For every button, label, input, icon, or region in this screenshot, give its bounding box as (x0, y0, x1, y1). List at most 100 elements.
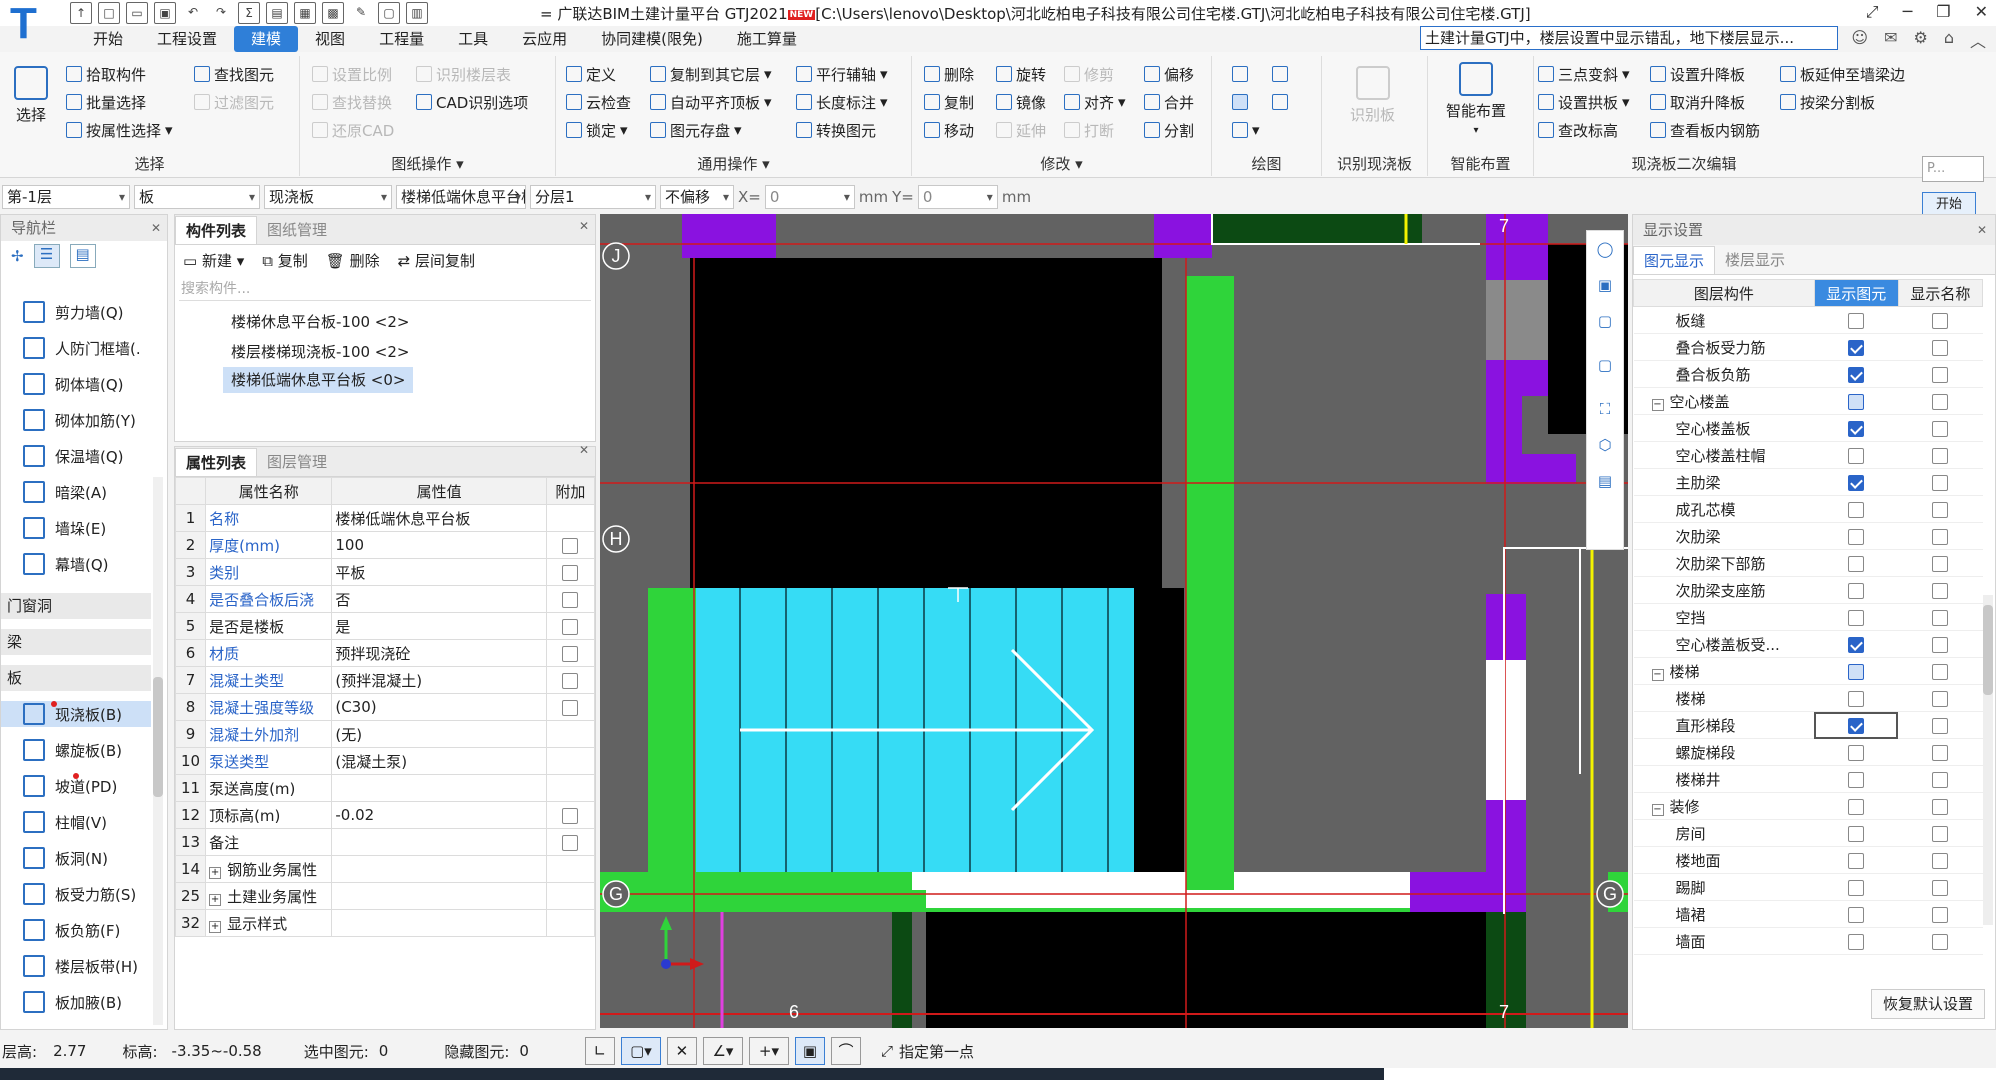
line-draw-button[interactable] (1232, 90, 1248, 114)
show-element-checkbox[interactable] (1848, 609, 1865, 626)
mirror-button[interactable]: 镜像 (996, 90, 1046, 114)
show-element-checkbox[interactable] (1848, 717, 1865, 734)
show-name-checkbox[interactable] (1932, 798, 1949, 815)
display-row[interactable]: 楼地面 (1633, 846, 1983, 874)
property-row[interactable]: 7 混凝土类型 (预拌混凝土) (174, 666, 596, 694)
nav-close-icon[interactable]: ✕ (151, 215, 161, 241)
component-close-icon[interactable]: ✕ (579, 219, 589, 233)
show-element-checkbox[interactable] (1848, 879, 1865, 896)
display-row[interactable]: − 装修 (1633, 792, 1983, 820)
property-row[interactable]: 14 + 钢筋业务属性 (174, 855, 596, 883)
define-button[interactable]: 定义 (566, 62, 616, 86)
save-element-button[interactable]: 图元存盘 ▾ (650, 118, 742, 142)
show-element-checkbox[interactable] (1848, 420, 1865, 437)
upload-icon[interactable]: ↑ (70, 2, 92, 24)
show-name-checkbox[interactable] (1932, 636, 1949, 653)
minimize-button[interactable]: ─ (1903, 2, 1913, 22)
y-input[interactable]: 0 (917, 185, 998, 209)
find-replace-button[interactable]: 查找替换 (312, 90, 392, 114)
display-settings-icon[interactable]: ▤ (1587, 463, 1623, 499)
auto-align-top-button[interactable]: 自动平齐顶板 ▾ (650, 90, 772, 114)
undo-icon[interactable]: ↶ (182, 2, 204, 24)
show-name-checkbox[interactable] (1932, 663, 1949, 680)
property-row[interactable]: 6 材质 预拌现浇砼 (174, 639, 596, 667)
nav-item[interactable]: 板受力筋(S) (23, 881, 136, 907)
tab-drawing-management[interactable]: 图纸管理 (257, 216, 337, 244)
tab-component-list[interactable]: 构件列表 (175, 216, 258, 244)
display-row[interactable]: 直形梯段 (1633, 711, 1983, 739)
smart-layout-button[interactable]: 智能布置 ▾ (1446, 62, 1506, 136)
dynamic-input-icon[interactable]: ▣ (794, 1037, 825, 1065)
property-value[interactable] (331, 828, 547, 856)
display-row[interactable]: 成孔芯模 (1633, 495, 1983, 523)
delete-button[interactable]: 删除 (924, 62, 974, 86)
show-element-checkbox[interactable] (1848, 474, 1865, 491)
lock-button[interactable]: 锁定 ▾ (566, 118, 628, 142)
menu-construction[interactable]: 施工算量 (720, 26, 814, 52)
display-row[interactable]: − 楼梯 (1633, 657, 1983, 685)
subtype-select[interactable]: 现浇板 (264, 185, 392, 209)
floating-p-box[interactable]: P... (1922, 156, 1984, 182)
property-row[interactable]: 2 厚度(mm) 100 (174, 531, 596, 559)
display-row[interactable]: 空心楼盖板受... (1633, 630, 1983, 658)
show-element-checkbox[interactable] (1848, 339, 1865, 356)
grid-edit-icon[interactable]: ▩ (322, 2, 344, 24)
display-row[interactable]: 房间 (1633, 819, 1983, 847)
property-row[interactable]: 3 类别 平板 (174, 558, 596, 586)
expand-icon[interactable]: + (209, 920, 222, 933)
show-element-checkbox[interactable] (1848, 933, 1865, 950)
extra-checkbox[interactable] (562, 834, 579, 851)
menu-collab[interactable]: 协同建模(限免) (584, 26, 720, 52)
property-value[interactable]: 100 (331, 531, 547, 559)
display-row[interactable]: 空挡 (1633, 603, 1983, 631)
display-scrollbar[interactable] (1983, 595, 1993, 925)
property-row[interactable]: 8 混凝土强度等级 (C30) (174, 693, 596, 721)
nav-item[interactable]: 幕墙(Q) (23, 551, 109, 577)
cad-options-button[interactable]: CAD识别选项 (416, 90, 528, 114)
length-dimension-button[interactable]: 长度标注 ▾ (796, 90, 888, 114)
nav-item[interactable]: 墙垛(E) (23, 515, 106, 541)
user-icon[interactable]: ☺ (1851, 28, 1868, 52)
expand-icon[interactable]: + (209, 866, 222, 879)
show-element-checkbox[interactable] (1848, 528, 1865, 545)
copy-component-button[interactable]: ⧉ 复制 (262, 250, 308, 271)
display-row[interactable]: 板缝 (1633, 306, 1983, 334)
convert-element-button[interactable]: 转换图元 (796, 118, 876, 142)
show-element-checkbox[interactable] (1848, 447, 1865, 464)
floor-select[interactable]: 第-1层 (2, 185, 130, 209)
menu-quantities[interactable]: 工程量 (362, 26, 441, 52)
set-raise-lower-button[interactable]: 设置升降板 (1650, 62, 1745, 86)
group-label-general[interactable]: 通用操作 ▾ (556, 153, 911, 174)
display-row[interactable]: 空心楼盖板 (1633, 414, 1983, 442)
extend-slab-button[interactable]: 板延伸至墙梁边 (1780, 62, 1905, 86)
show-name-checkbox[interactable] (1932, 582, 1949, 599)
restore-cad-button[interactable]: 还原CAD (312, 118, 394, 142)
show-element-checkbox[interactable] (1848, 825, 1865, 842)
nav-item[interactable]: 楼层板带(H) (23, 953, 138, 979)
shirt-icon[interactable]: ⌂ (1944, 28, 1954, 52)
display-row[interactable]: − 空心楼盖 (1633, 387, 1983, 415)
help-search-input[interactable]: 土建计量GTJ中，楼层设置中显示错乱，地下楼层显示... (1420, 26, 1838, 50)
show-name-checkbox[interactable] (1932, 771, 1949, 788)
group-label-drawing[interactable]: 图纸操作 ▾ (300, 153, 555, 174)
x-input[interactable]: 0 (764, 185, 855, 209)
show-name-checkbox[interactable] (1932, 717, 1949, 734)
rotate-button[interactable]: 旋转 (996, 62, 1046, 86)
cube-side-icon[interactable]: ▢ (1587, 347, 1623, 391)
show-name-checkbox[interactable] (1932, 906, 1949, 923)
copy-button[interactable]: 复制 (924, 90, 974, 114)
break-button[interactable]: 打断 (1064, 118, 1114, 142)
zoom-extents-icon[interactable]: ⛶ (1587, 391, 1623, 427)
delete-component-button[interactable]: 🗑 删除 (326, 250, 380, 271)
list-view-icon[interactable]: ☰ (33, 244, 60, 268)
display-row[interactable]: 叠合板受力筋 (1633, 333, 1983, 361)
align-button[interactable]: 对齐 ▾ (1064, 90, 1126, 114)
property-value[interactable] (331, 909, 547, 937)
property-row[interactable]: 13 备注 (174, 828, 596, 856)
show-name-checkbox[interactable] (1932, 393, 1949, 410)
show-name-checkbox[interactable] (1932, 528, 1949, 545)
nav-item[interactable]: 坡道(PD) (23, 773, 117, 799)
property-value[interactable]: (混凝土泵) (331, 747, 547, 775)
restore-default-button[interactable]: 恢复默认设置 (1871, 989, 1985, 1019)
show-element-checkbox[interactable] (1848, 366, 1865, 383)
